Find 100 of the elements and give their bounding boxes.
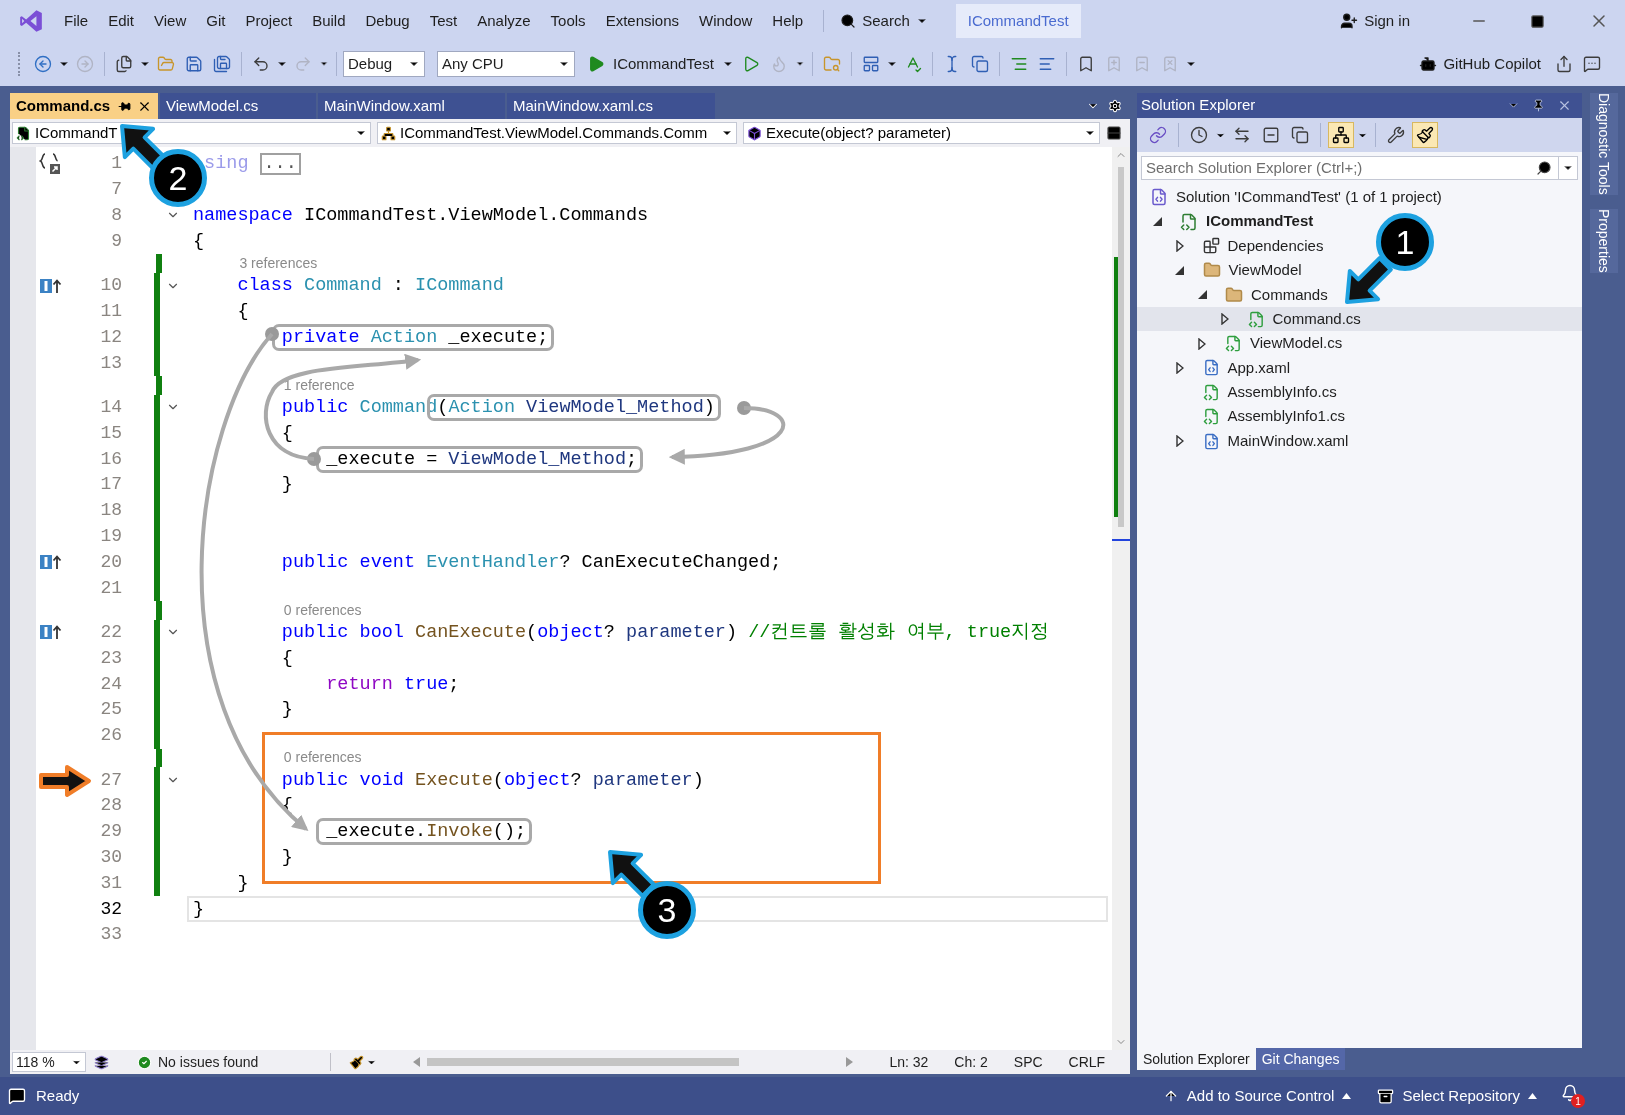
line-number: 20	[99, 550, 122, 574]
platform-dropdown[interactable]: Any CPU	[437, 51, 575, 77]
tree-item-label[interactable]: ViewModel.cs	[1250, 332, 1343, 355]
reference-count[interactable]: 3 references	[239, 253, 318, 274]
document-tab[interactable]: MainWindow.xaml	[318, 93, 505, 119]
side-tab[interactable]: Properties	[1590, 208, 1618, 273]
menu-item[interactable]: Git	[196, 5, 236, 37]
class-icon	[381, 125, 396, 141]
menu-item[interactable]: Edit	[98, 5, 145, 37]
line-number: 18	[99, 499, 122, 523]
menu-item[interactable]: Project	[235, 5, 303, 37]
tree-item-label[interactable]: AssemblyInfo.cs	[1227, 381, 1337, 404]
start-button[interactable]: ICommandTest	[587, 52, 734, 76]
line-number: 28	[99, 794, 122, 818]
menu-item[interactable]: Help	[762, 5, 814, 37]
brush-icon[interactable]	[349, 1054, 365, 1070]
column-indicator[interactable]: Ch: 2	[954, 1051, 988, 1073]
document-tab[interactable]: MainWindow.xaml.cs	[507, 93, 715, 119]
expanded-arrow-icon[interactable]	[1175, 265, 1184, 275]
collapsed-arrow-icon[interactable]	[1175, 239, 1184, 252]
line-number: 8	[110, 204, 122, 227]
repository-button[interactable]: Select Repository	[1377, 1084, 1537, 1108]
user-icon[interactable]	[1340, 12, 1359, 30]
play-icon[interactable]	[587, 55, 605, 73]
reference-count[interactable]: 0 references	[283, 747, 362, 769]
document-tab[interactable]: ViewModel.cs	[160, 93, 316, 119]
menu-item[interactable]: File	[54, 5, 99, 37]
menu-item[interactable]: Tools	[540, 5, 596, 37]
zoom-dropdown[interactable]: 118 %	[12, 1052, 86, 1072]
solution-icon	[1150, 188, 1168, 207]
line-number: 33	[99, 923, 122, 947]
pin-icon[interactable]	[118, 99, 131, 113]
split-view-icon[interactable]	[1106, 125, 1122, 141]
tree-item-label[interactable]: ICommandTest	[1206, 210, 1314, 233]
search-field[interactable]: Search Solution Explorer (Ctrl+;)	[1141, 156, 1578, 180]
menu-item[interactable]: Window	[689, 5, 763, 37]
menu-item[interactable]: Build	[302, 5, 356, 37]
tree-item-label[interactable]: AssemblyInfo1.cs	[1227, 405, 1346, 428]
tree-item-label[interactable]: MainWindow.xaml	[1227, 429, 1349, 453]
code-file-icon	[1202, 383, 1220, 401]
side-tab[interactable]: Diagnostic Tools	[1590, 93, 1618, 195]
reference-count[interactable]: 1 reference	[283, 374, 355, 396]
tree-item-label[interactable]: App.xaml	[1227, 356, 1291, 380]
caret-icon[interactable]	[1528, 1093, 1537, 1099]
layers-icon[interactable]	[94, 1054, 109, 1070]
whitespace-indicator[interactable]: SPC	[1013, 1051, 1043, 1073]
repository-icon[interactable]	[1377, 1087, 1395, 1105]
configuration-dropdown[interactable]: Debug	[343, 51, 425, 77]
tree-item-label[interactable]: Commands	[1251, 283, 1328, 306]
tree-item-label[interactable]: ViewModel	[1228, 259, 1302, 282]
search-icon[interactable]	[840, 13, 857, 29]
search-icon[interactable]	[1536, 160, 1552, 176]
collapsed-arrow-icon[interactable]	[1175, 435, 1184, 448]
line-number: 9	[110, 229, 122, 253]
markup-file-icon	[1202, 432, 1220, 450]
settings-icon[interactable]	[1108, 99, 1122, 113]
app-logo-icon[interactable]	[18, 8, 44, 34]
sign-in-button[interactable]: Sign in	[1340, 9, 1410, 33]
search-button[interactable]: Search	[834, 9, 934, 33]
reference-count[interactable]: 0 references	[283, 599, 362, 621]
tree-item-label[interactable]: Solution 'ICommandTest' (1 of 1 project)	[1176, 185, 1442, 209]
copilot-button[interactable]: GitHub Copilot	[1419, 52, 1541, 76]
caret-icon[interactable]	[1342, 1093, 1352, 1099]
expanded-arrow-icon[interactable]	[1152, 217, 1162, 227]
toggle-view-icon[interactable]	[1328, 122, 1354, 148]
region-icon[interactable]	[39, 151, 63, 176]
implementation-icon[interactable]	[40, 277, 62, 294]
project-dropdown[interactable]: ICommandT	[12, 122, 371, 144]
panel-tab[interactable]: Git Changes	[1255, 1048, 1346, 1070]
implementation-icon[interactable]	[40, 554, 62, 571]
maximize-icon[interactable]	[1530, 13, 1545, 29]
line-number: 21	[99, 576, 122, 600]
line-indicator[interactable]: Ln: 32	[889, 1051, 929, 1073]
document-tab[interactable]: Command.cs	[10, 93, 158, 119]
expanded-arrow-icon[interactable]	[1197, 290, 1207, 300]
code-file-icon	[1202, 408, 1220, 426]
menu-item[interactable]: Debug	[355, 5, 420, 37]
collapsed-arrow-icon[interactable]	[1220, 313, 1229, 326]
line-number: 22	[99, 620, 122, 644]
menu-item[interactable]: Extensions	[595, 5, 689, 37]
menu-item[interactable]: Test	[419, 5, 468, 37]
menu-item[interactable]: View	[144, 5, 197, 37]
code-file-icon	[16, 125, 31, 141]
source-control-button[interactable]: Add to Source Control	[1162, 1084, 1352, 1108]
preview-icon[interactable]	[1412, 122, 1438, 148]
menu-item[interactable]: Analyze	[467, 5, 541, 37]
implementation-icon[interactable]	[40, 624, 62, 641]
code-line: public bool CanExecute(object? parameter) //컨트롤 활성화 여부, true지정	[280, 620, 1050, 645]
issues-indicator[interactable]: No issues found	[137, 1051, 259, 1073]
collapsed-arrow-icon[interactable]	[1198, 337, 1206, 350]
pin-icon[interactable]	[1532, 99, 1545, 112]
member-dropdown[interactable]: Execute(object? parameter)	[743, 122, 1100, 144]
line-endings-indicator[interactable]: CRLF	[1068, 1051, 1106, 1073]
type-dropdown[interactable]: ICommandTest.ViewModel.Commands.Comm	[377, 122, 737, 144]
message-icon[interactable]	[8, 1087, 26, 1105]
tree-item-label[interactable]: Command.cs	[1272, 307, 1361, 331]
tree-item-label[interactable]: Dependencies	[1227, 234, 1324, 258]
collapsed-arrow-icon[interactable]	[1175, 361, 1184, 374]
bot-icon[interactable]	[1419, 55, 1438, 73]
panel-tab[interactable]: Solution Explorer	[1137, 1048, 1256, 1070]
